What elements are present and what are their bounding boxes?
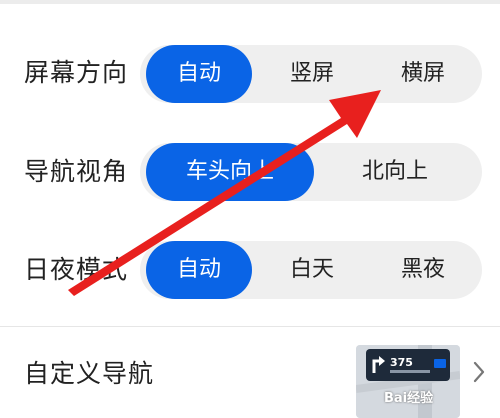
day-night-segmented-control: 自动 白天 黑夜 [140,241,482,299]
screen-orientation-option-auto[interactable]: 自动 [146,45,252,103]
day-night-option-night[interactable]: 黑夜 [370,241,476,299]
day-night-option-day[interactable]: 白天 [260,241,364,299]
nav-preview-distance: 375 [390,356,413,369]
day-night-label: 日夜模式 [24,255,129,284]
nav-view-option-heading-up[interactable]: 车头向上 [146,143,314,201]
screen-orientation-label: 屏幕方向 [24,58,129,87]
watermark-text: Bai经验 [384,391,434,406]
nav-view-label: 导航视角 [24,157,129,186]
screen-orientation-segmented-control: 自动 竖屏 横屏 [140,45,482,103]
nav-view-option-north-up[interactable]: 北向上 [312,143,478,201]
top-divider [0,0,500,4]
day-night-option-auto[interactable]: 自动 [146,241,252,299]
nav-view-row: 导航视角 车头向上 北向上 [0,123,500,219]
screen-orientation-option-landscape[interactable]: 横屏 [370,45,476,103]
custom-nav-preview-thumbnail: 375 Bai经验 [356,345,460,418]
screen-orientation-row: 屏幕方向 自动 竖屏 横屏 [0,24,500,120]
nav-preview-map: 375 [356,345,460,418]
chevron-right-icon [473,361,485,383]
screen-orientation-option-portrait[interactable]: 竖屏 [260,45,364,103]
day-night-row: 日夜模式 自动 白天 黑夜 [0,221,500,317]
nav-view-segmented-control: 车头向上 北向上 [140,143,482,201]
custom-nav-label: 自定义导航 [24,359,155,388]
